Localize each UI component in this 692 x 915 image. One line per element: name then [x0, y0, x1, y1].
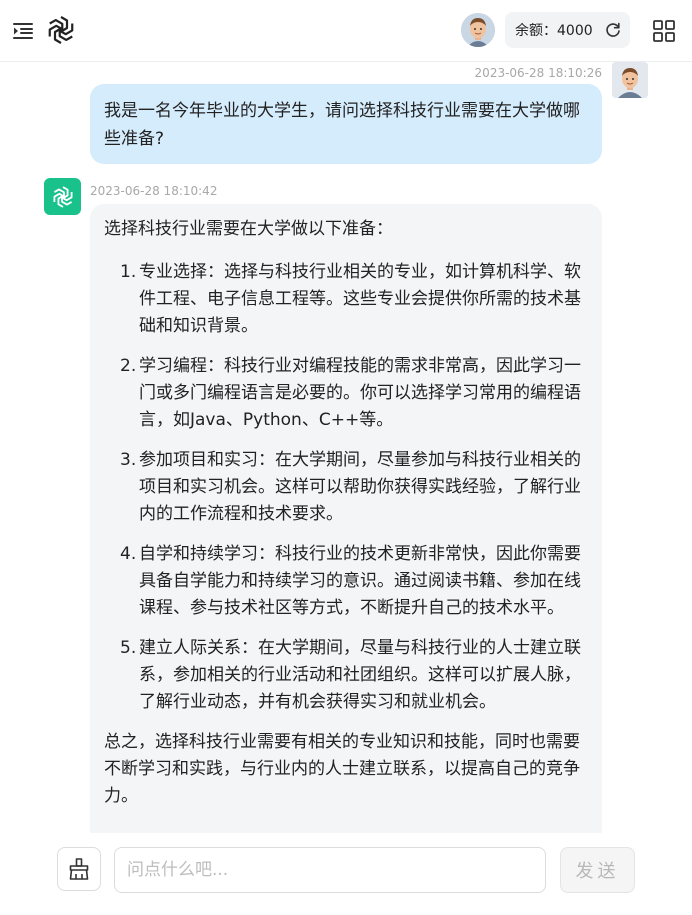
openai-logo-icon[interactable]	[44, 13, 78, 47]
list-item-number: 3.	[120, 450, 137, 470]
list-item-text: 参加项目和实习：在大学期间，尽量参加与科技行业相关的项目和实习机会。这样可以帮助…	[139, 450, 581, 524]
list-item-text: 学习编程：科技行业对编程技能的需求非常高，因此学习一门或多门编程语言是必要的。你…	[139, 356, 581, 430]
chat-area[interactable]: 2023-06-28 18:10:26 我是一名今年毕业的大学生，请问选择科技行…	[0, 62, 692, 833]
balance-display: 余额：4000	[505, 12, 630, 48]
list-item: 5. 建立人际关系：在大学期间，尽量与科技行业的人士建立联系，参加相关的行业活动和…	[104, 635, 588, 716]
message-input[interactable]	[114, 847, 546, 893]
clear-chat-button[interactable]	[57, 847, 101, 891]
user-avatar-icon	[461, 13, 495, 47]
list-item: 4. 自学和持续学习：科技行业的技术更新非常快，因此你需要具备自学能力和持续学习的…	[104, 541, 588, 622]
composer-bar: 发送	[0, 833, 692, 915]
ai-message-time: 2023-06-28 18:10:42	[90, 184, 218, 198]
list-item-text: 专业选择：选择与科技行业相关的专业，如计算机科学、软件工程、电子信息工程等。这些…	[139, 262, 581, 336]
list-item-number: 4.	[120, 544, 137, 564]
broom-icon	[69, 858, 89, 880]
user-message-bubble: 我是一名今年毕业的大学生，请问选择科技行业需要在大学做哪些准备?	[90, 84, 602, 164]
list-item: 2. 学习编程：科技行业对编程技能的需求非常高，因此学习一门或多门编程语言是必要的…	[104, 353, 588, 434]
refresh-icon[interactable]	[604, 21, 622, 39]
ai-message-bubble: 选择科技行业需要在大学做以下准备： 1. 专业选择：选择与科技行业相关的专业，如计…	[90, 204, 602, 833]
list-item-number: 2.	[120, 356, 137, 376]
send-button[interactable]: 发送	[560, 847, 635, 893]
openai-logo-icon	[52, 185, 73, 208]
top-bar: 余额：4000	[0, 0, 692, 62]
ai-avatar	[44, 178, 81, 215]
user-avatar-icon	[612, 62, 648, 98]
list-item-text: 建立人际关系：在大学期间，尽量与科技行业的人士建立联系，参加相关的行业活动和社团…	[139, 638, 581, 712]
grid-apps-icon[interactable]	[652, 19, 676, 43]
user-message-avatar	[612, 62, 648, 98]
list-item-text: 自学和持续学习：科技行业的技术更新非常快，因此你需要具备自学能力和持续学习的意识…	[139, 544, 581, 618]
ai-message-intro: 选择科技行业需要在大学做以下准备：	[104, 219, 393, 239]
list-item-number: 5.	[120, 638, 137, 658]
list-item: 3. 参加项目和实习：在大学期间，尽量参加与科技行业相关的项目和实习机会。这样可以…	[104, 447, 588, 528]
list-item: 1. 专业选择：选择与科技行业相关的专业，如计算机科学、软件工程、电子信息工程等。…	[104, 259, 588, 340]
header-avatar[interactable]	[461, 13, 495, 47]
user-message-time: 2023-06-28 18:10:26	[474, 66, 602, 80]
list-item-number: 1.	[120, 262, 137, 282]
balance-label: 余额：4000	[515, 23, 593, 39]
menu-toggle-icon[interactable]	[12, 20, 34, 42]
ai-message-list: 1. 专业选择：选择与科技行业相关的专业，如计算机科学、软件工程、电子信息工程等。…	[104, 259, 588, 716]
ai-message-conclusion: 总之，选择科技行业需要有相关的专业知识和技能，同时也需要不断学习和实践，与行业内…	[104, 732, 580, 806]
